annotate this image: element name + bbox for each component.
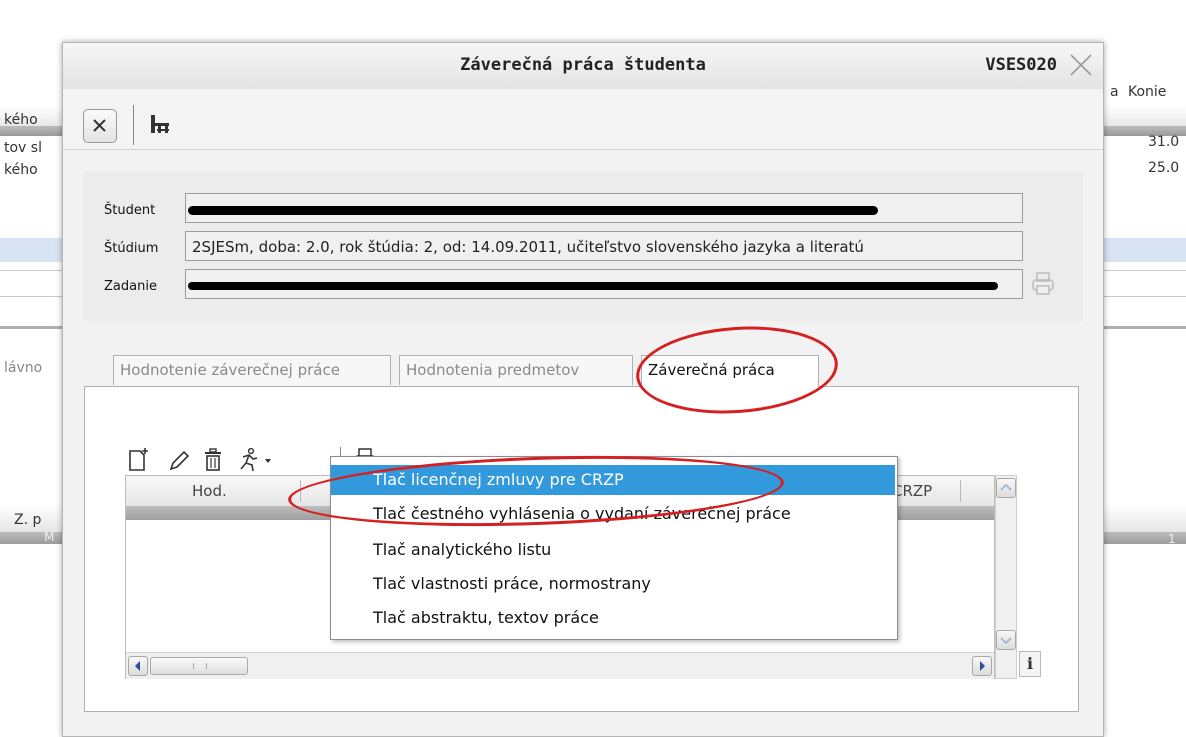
studium-label: Štúdium [104,241,159,256]
close-icon[interactable] [1067,51,1095,79]
menu-item-print-abstract[interactable]: Tlač abstraktu, textov práce [331,603,895,633]
zadanie-label: Zadanie [104,279,157,294]
scroll-down-button[interactable] [996,630,1016,650]
tab-thesis[interactable]: Záverečná práca [641,355,819,387]
chevron-left-icon [135,661,140,671]
background-row-text: kého [4,112,38,128]
dialog-code: VSES020 [985,55,1057,75]
column-separator[interactable] [300,480,301,502]
toolbar-separator [133,105,134,145]
column-header[interactable]: Hod. [192,482,227,500]
printer-icon[interactable] [1031,271,1055,297]
scroll-right-button[interactable] [972,656,992,676]
student-info-panel: Študent Štúdium 2SJESm, doba: 2.0, rok š… [83,171,1083,321]
redaction-bar [188,282,998,290]
scroll-thumb[interactable] [150,657,248,675]
menu-item-print-analytic-sheet[interactable]: Tlač analytického listu [331,535,895,565]
studium-field[interactable]: 2SJESm, doba: 2.0, rok štúdia: 2, od: 14… [185,231,1023,261]
vertical-scrollbar[interactable] [995,475,1017,679]
chevron-right-icon [980,661,985,671]
background-tab-text: lávno [4,360,43,376]
info-button[interactable]: i [1019,651,1041,677]
background-header-cell: Konie [1128,84,1167,100]
horizontal-scrollbar[interactable] [126,652,994,679]
menu-item-print-declaration[interactable]: Tlač čestného vyhlásenia o vydaní závere… [331,499,895,529]
background-row-value: 25.0 [1148,160,1180,176]
background-row-text: kého [4,162,38,178]
background-header-cell: a [1110,84,1119,100]
menu-item-print-license[interactable]: Tlač licenčnej zmluvy pre CRZP [331,465,895,495]
scroll-grip [193,663,207,669]
dialog-title: Záverečná práca študenta [460,55,706,75]
dialog-toolbar [63,89,1103,150]
student-label: Študent [104,203,156,218]
chevron-down-icon [1000,637,1012,645]
dialog-titlebar[interactable]: Záverečná práca študenta VSES020 [63,43,1103,90]
chevron-up-icon [1000,483,1012,491]
column-header[interactable]: CRZP [892,482,932,500]
student-field[interactable] [185,193,1023,223]
background-row-value: 31.0 [1148,134,1180,150]
scroll-up-button[interactable] [996,478,1016,498]
background-col-text: M [44,530,55,544]
close-button[interactable] [83,109,117,143]
scroll-left-button[interactable] [128,656,148,676]
action-runner-icon[interactable] [237,447,281,473]
delete-trash-icon[interactable] [201,447,225,473]
new-document-icon[interactable] [127,447,151,473]
background-col-text: Z. p [14,512,42,528]
print-menu: Tlač licenčnej zmluvy pre CRZP Tlač čest… [330,456,898,640]
background-row-text: tov sl [4,140,42,156]
edit-pencil-icon[interactable] [167,447,191,473]
org-tree-icon[interactable] [149,113,171,135]
tab-thesis-evaluation[interactable]: Hodnotenie záverečnej práce [113,355,391,385]
menu-item-print-properties[interactable]: Tlač vlastnosti práce, normostrany [331,569,895,599]
redaction-bar [188,206,878,215]
zadanie-field[interactable] [185,269,1023,299]
background-col-text: 1 [1168,532,1176,546]
column-separator[interactable] [960,480,961,502]
close-icon [93,119,106,132]
tab-course-evaluations[interactable]: Hodnotenia predmetov [399,355,633,385]
